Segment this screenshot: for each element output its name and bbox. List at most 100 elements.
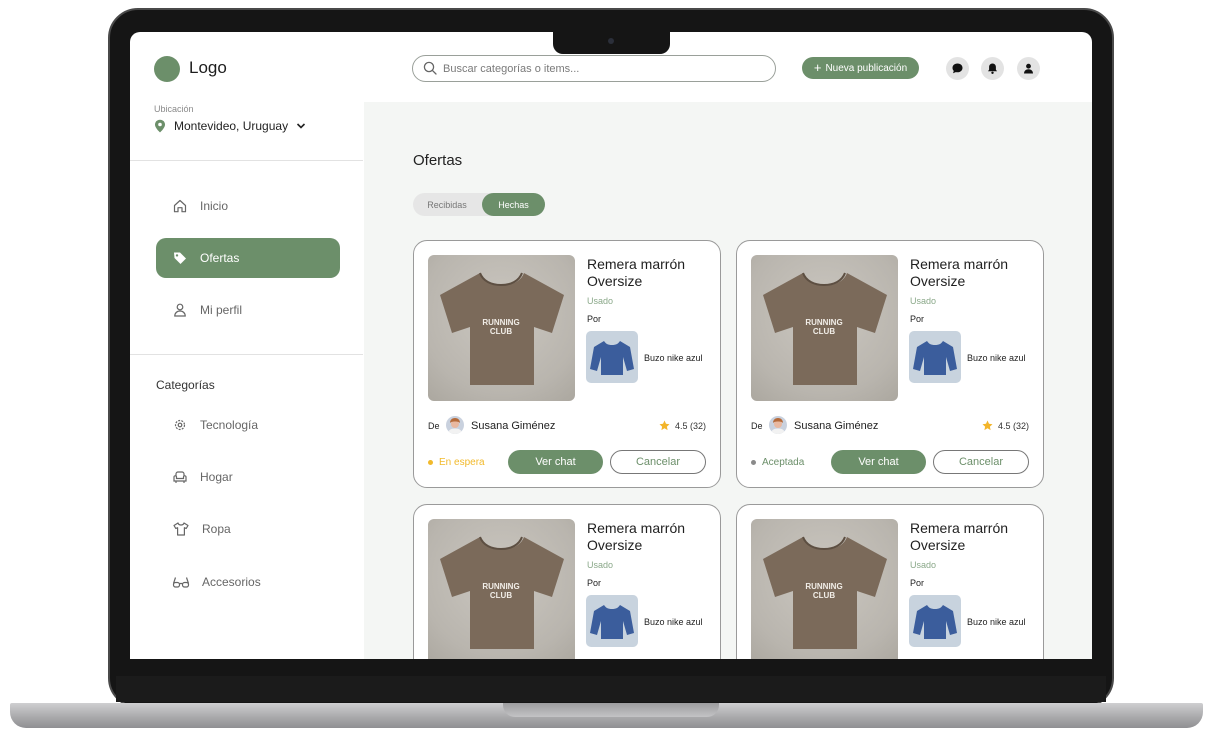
- seller-rating: 4.5 (32): [982, 420, 1029, 431]
- shirt-print-line2: CLUB: [813, 591, 835, 600]
- tshirt-photo: RUNNING CLUB: [763, 272, 887, 385]
- swap-item-image[interactable]: [586, 331, 638, 383]
- rating-value: 4.5 (32): [674, 420, 706, 431]
- swap-item-image[interactable]: [909, 331, 961, 383]
- offer-card[interactable]: RUNNING CLUB Remera marrón Oversize Usad…: [736, 240, 1044, 488]
- sidebar-item-label: Hogar: [200, 470, 233, 484]
- status-badge: En espera: [428, 457, 485, 468]
- logo-icon[interactable]: [154, 56, 180, 82]
- chevron-down-icon: [297, 123, 306, 129]
- shirt-print-line1: RUNNING: [482, 582, 519, 591]
- user-icon: [1024, 63, 1033, 74]
- shirt-print-line2: CLUB: [490, 591, 512, 600]
- product-title[interactable]: Remera marrón Oversize: [910, 256, 1035, 290]
- rating-value: 4.5 (32): [997, 420, 1029, 431]
- product-image[interactable]: RUNNING CLUB: [751, 255, 898, 401]
- sweater-photo: [590, 341, 634, 375]
- glasses-icon: [172, 577, 190, 588]
- bell-icon: [988, 63, 997, 74]
- search-input[interactable]: [443, 60, 763, 78]
- sidebar-divider: [130, 354, 363, 355]
- swap-item-name: Buzo nike azul: [967, 617, 1026, 627]
- tab-hechas[interactable]: Hechas: [482, 193, 545, 216]
- swap-item-name: Buzo nike azul: [644, 617, 703, 627]
- chat-bubble-icon: [952, 63, 963, 74]
- sidebar-item-ropa[interactable]: Ropa: [156, 509, 340, 549]
- offers-tabs: Recibidas Hechas: [413, 193, 545, 216]
- cancel-button[interactable]: Cancelar: [610, 450, 706, 474]
- product-image[interactable]: RUNNING CLUB: [428, 519, 575, 659]
- armchair-icon: [173, 471, 187, 483]
- status-badge: Aceptada: [751, 457, 804, 468]
- tab-recibidas[interactable]: Recibidas: [413, 193, 481, 216]
- laptop-bottom-bezel: [116, 676, 1106, 702]
- tshirt-photo: RUNNING CLUB: [440, 536, 564, 649]
- shirt-print-line1: RUNNING: [482, 318, 519, 327]
- cancel-button[interactable]: Cancelar: [933, 450, 1029, 474]
- avatar[interactable]: [769, 416, 787, 434]
- sweater-photo: [590, 605, 634, 639]
- location-selector[interactable]: Montevideo, Uruguay: [154, 119, 306, 133]
- product-condition: Usado: [587, 560, 614, 570]
- profile-button[interactable]: [1017, 57, 1040, 80]
- offer-card[interactable]: RUNNING CLUB Remera marrón Oversize Usad…: [413, 240, 721, 488]
- logo-text[interactable]: Logo: [189, 58, 227, 78]
- laptop-base-notch: [503, 703, 719, 717]
- sidebar-item-accesorios[interactable]: Accesorios: [156, 562, 340, 602]
- seller-name[interactable]: Susana Giménez: [471, 420, 555, 432]
- sidebar-item-label: Ofertas: [200, 251, 240, 265]
- swap-item-image[interactable]: [909, 595, 961, 647]
- gear-icon: [174, 419, 186, 431]
- sidebar-item-label: Inicio: [200, 199, 229, 213]
- status-dot-icon: [428, 460, 433, 465]
- product-title[interactable]: Remera marrón Oversize: [587, 256, 712, 290]
- shirt-print-line2: CLUB: [813, 327, 835, 336]
- camera-icon: [608, 38, 614, 44]
- main-content: Ofertas Recibidas Hechas RUNNING CLUB Re…: [364, 102, 1092, 659]
- tshirt-photo: RUNNING CLUB: [440, 272, 564, 385]
- star-icon: [982, 420, 993, 431]
- status-text: En espera: [439, 457, 485, 468]
- sidebar-item-hogar[interactable]: Hogar: [156, 457, 340, 497]
- home-icon: [173, 199, 187, 213]
- sidebar-item-ofertas[interactable]: Ofertas: [156, 238, 340, 278]
- sidebar-divider: [130, 160, 363, 161]
- swap-item-image[interactable]: [586, 595, 638, 647]
- product-title[interactable]: Remera marrón Oversize: [910, 520, 1035, 554]
- seller-rating: 4.5 (32): [659, 420, 706, 431]
- user-outline-icon: [174, 303, 186, 317]
- shirt-print-line2: CLUB: [490, 327, 512, 336]
- sidebar-item-tecnologia[interactable]: Tecnología: [156, 405, 340, 445]
- offer-card[interactable]: RUNNING CLUB Remera marrón Oversize Usad…: [736, 504, 1044, 659]
- view-chat-button[interactable]: Ver chat: [831, 450, 926, 474]
- avatar-photo: [448, 418, 462, 434]
- offer-card[interactable]: RUNNING CLUB Remera marrón Oversize Usad…: [413, 504, 721, 659]
- product-image[interactable]: RUNNING CLUB: [428, 255, 575, 401]
- categories-title: Categorías: [156, 378, 215, 392]
- notifications-button[interactable]: [981, 57, 1004, 80]
- sweater-photo: [913, 341, 957, 375]
- sidebar-item-perfil[interactable]: Mi perfil: [156, 290, 340, 330]
- plus-icon: +: [813, 60, 822, 75]
- location-value: Montevideo, Uruguay: [174, 119, 289, 133]
- swap-item-name: Buzo nike azul: [967, 353, 1026, 363]
- new-post-button[interactable]: + Nueva publicación: [802, 57, 919, 79]
- swap-item-name: Buzo nike azul: [644, 353, 703, 363]
- view-chat-button[interactable]: Ver chat: [508, 450, 603, 474]
- search-bar[interactable]: [412, 55, 776, 82]
- chat-button[interactable]: [946, 57, 969, 80]
- avatar[interactable]: [446, 416, 464, 434]
- product-image[interactable]: RUNNING CLUB: [751, 519, 898, 659]
- status-text: Aceptada: [762, 457, 805, 468]
- location-label: Ubicación: [154, 104, 194, 114]
- page-title: Ofertas: [413, 152, 463, 169]
- search-icon: [423, 61, 437, 75]
- product-title[interactable]: Remera marrón Oversize: [587, 520, 712, 554]
- seller-label: De: [428, 421, 440, 431]
- sidebar-item-inicio[interactable]: Inicio: [156, 186, 340, 226]
- product-condition: Usado: [910, 296, 937, 306]
- seller-name[interactable]: Susana Giménez: [794, 420, 878, 432]
- sweater-photo: [913, 605, 957, 639]
- tshirt-photo: RUNNING CLUB: [763, 536, 887, 649]
- swap-label: Por: [587, 314, 602, 324]
